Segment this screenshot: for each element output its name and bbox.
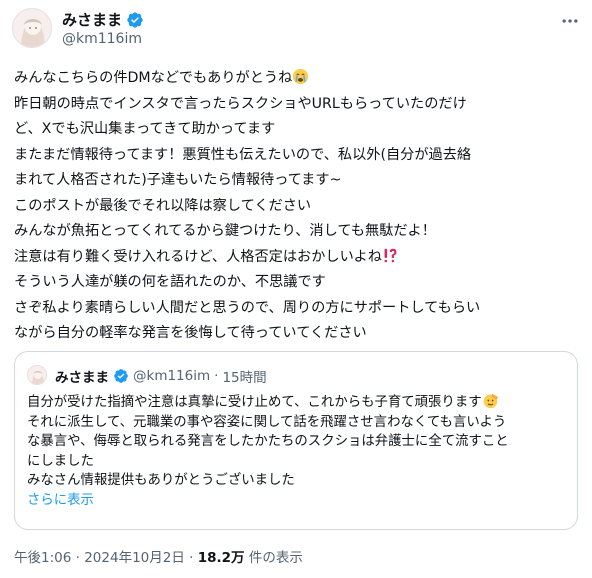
- tweet-line: みんなが魚拓とってくれてるから鍵つけたり、消しても無駄だよ！: [14, 223, 436, 239]
- quoted-tweet-text: 自分が受けた指摘や注意は真摯に受け止めて、これからも子育て頑張ります それに派生…: [27, 392, 573, 511]
- quoted-author-avatar[interactable]: [27, 365, 47, 385]
- tweet-line: まれて人格否された)子達もいたら情報待ってます~: [14, 172, 342, 188]
- author-avatar[interactable]: [12, 8, 52, 48]
- tweet-line: 昨日朝の時点でインスタで言ったらスクショやURLもらっていたのだけ: [14, 95, 467, 112]
- author-name-row[interactable]: みさまま: [62, 9, 144, 30]
- meta-separator: ·: [75, 550, 80, 566]
- tweet-meta: 午後1:06 · 2024年10月2日 · 18.2万 件の表示: [14, 546, 303, 566]
- quoted-line: にしました: [27, 453, 94, 469]
- quoted-author-name[interactable]: みさまま: [55, 366, 109, 386]
- tweet-line: ながら自分の軽率な発言を後悔して待っていてください: [14, 325, 367, 341]
- tweet-line: ど、Xでも沢山集まってきて助かってます: [14, 121, 276, 137]
- view-count-label: 件の表示: [248, 550, 303, 566]
- exclamation-question-emoji: [382, 247, 399, 264]
- meta-separator: ·: [189, 550, 194, 566]
- tweet-line: そういう人達が躾の何を語れたのか、不思議です: [14, 274, 326, 290]
- salute-face-emoji: [482, 392, 499, 409]
- tweet-date[interactable]: 2024年10月2日: [84, 550, 185, 566]
- view-count[interactable]: 18.2万: [198, 550, 245, 566]
- quoted-tweet-card[interactable]: みさまま @km116im · 15時間 自分が受けた指摘や注意は真摯に受け止め…: [14, 351, 578, 530]
- quoted-line: みなさん情報提供もありがとうございました: [27, 473, 295, 489]
- verified-badge-icon: [126, 11, 144, 29]
- quoted-line: な暴言や、侮辱と取られる発言をしたかたちのスクショは弁護士に全て流すこと: [27, 434, 509, 450]
- tweet-line: さぞ私より素晴らしい人間だと思うので、周りの方にサポートしてもらい: [14, 299, 481, 316]
- tweet-line: 注意は有り難く受け入れるけど、人格否定はおかしいよね: [14, 245, 580, 271]
- quoted-line: 自分が受けた指摘や注意は真摯に受け止めて、これからも子育て頑張ります: [27, 392, 573, 413]
- verified-badge-icon: [113, 368, 129, 384]
- quoted-separator: ·: [214, 368, 219, 384]
- tweet-line: このポストが最後でそれ以降は察してください: [14, 197, 312, 214]
- author-handle[interactable]: @km116im: [62, 31, 142, 47]
- more-options-icon[interactable]: [560, 11, 580, 36]
- tweet-line: みんなこちらの件DMなどでもありがとうね: [14, 66, 580, 92]
- quoted-author-handle: @km116im: [133, 368, 211, 384]
- tweet-text: みんなこちらの件DMなどでもありがとうね 昨日朝の時点でインスタで言ったらスクシ…: [14, 66, 580, 347]
- quoted-timestamp[interactable]: 15時間: [222, 366, 266, 386]
- quoted-tweet-header: みさまま @km116im · 15時間: [55, 366, 267, 386]
- author-display-name[interactable]: みさまま: [62, 9, 122, 30]
- show-more-link[interactable]: さらに表示: [27, 491, 573, 511]
- quoted-line: それに派生して、元職業の事や容姿に関して話を飛躍させ言わなくても言いよう: [27, 414, 507, 430]
- crying-face-emoji: [292, 68, 309, 85]
- tweet-line: またまだ情報待ってます！悪質性も伝えたいので、私以外(自分が過去絡: [14, 146, 472, 163]
- tweet-time[interactable]: 午後1:06: [14, 550, 71, 566]
